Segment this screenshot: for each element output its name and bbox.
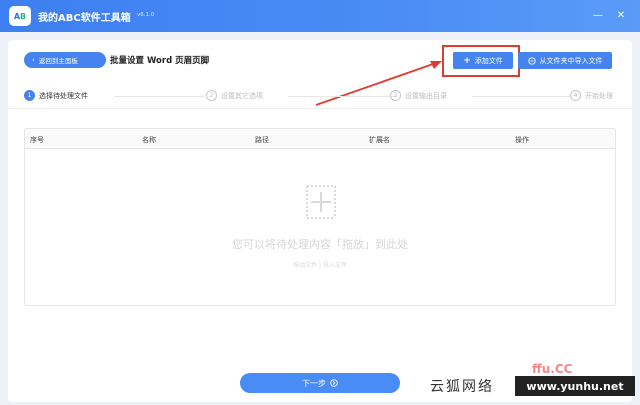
table-header: 序号 名称 路径 扩展名 操作 bbox=[25, 129, 615, 149]
step-3: 3 设置输出目录 bbox=[390, 90, 447, 101]
app-title: 我的ABC软件工具箱 bbox=[38, 13, 131, 24]
chevron-left-icon: ‹ bbox=[32, 56, 35, 64]
next-step-button[interactable]: 下一步 bbox=[240, 373, 400, 393]
folder-import-icon bbox=[527, 56, 536, 65]
step-4: 4 开始处理 bbox=[570, 90, 613, 101]
column-header-extension: 扩展名 bbox=[369, 136, 390, 144]
drop-zone-hint: 您可以将待处理内容「拖放」到此处 bbox=[232, 238, 408, 251]
step-1: 1 选择待处理文件 bbox=[24, 90, 88, 101]
arrow-right-circle-icon bbox=[330, 379, 338, 387]
title-bar: AB 我的ABC软件工具箱 v6.1.0 — ✕ bbox=[0, 0, 640, 32]
add-file-button[interactable]: + 添加文件 bbox=[453, 52, 513, 69]
step-connector bbox=[288, 96, 396, 97]
divider bbox=[8, 108, 632, 109]
plus-icon: + bbox=[463, 55, 471, 66]
main-panel: ‹ 返回到主面板 批量设置 Word 页眉页脚 + 添加文件 从文件夹中导入文件… bbox=[8, 40, 632, 402]
next-step-label: 下一步 bbox=[302, 378, 326, 388]
drop-zone-icon bbox=[306, 185, 336, 219]
column-header-index: 序号 bbox=[30, 136, 44, 144]
watermark-red-text: ffu.CC bbox=[532, 362, 573, 376]
minimize-button[interactable]: — bbox=[591, 9, 605, 23]
column-header-name: 名称 bbox=[142, 136, 156, 144]
watermark-url: www.yunhu.net bbox=[515, 376, 635, 396]
step-indicator: 1 选择待处理文件 2 设置其它选项 3 设置输出目录 4 开始处理 bbox=[24, 90, 624, 104]
step-2: 2 设置其它选项 bbox=[206, 90, 263, 101]
back-button-label: 返回到主面板 bbox=[38, 57, 78, 65]
drop-zone-subhint: 拖动文件 | 导入文件 bbox=[293, 262, 347, 269]
column-header-path: 路径 bbox=[255, 136, 269, 144]
page-title: 批量设置 Word 页眉页脚 bbox=[110, 56, 210, 66]
file-table[interactable]: 序号 名称 路径 扩展名 操作 您可以将待处理内容「拖放」到此处 拖动文件 | … bbox=[24, 128, 616, 306]
step-connector bbox=[472, 96, 572, 97]
column-header-action: 操作 bbox=[515, 136, 529, 144]
step-connector bbox=[114, 96, 204, 97]
import-folder-button[interactable]: 从文件夹中导入文件 bbox=[518, 52, 612, 69]
close-button[interactable]: ✕ bbox=[614, 9, 628, 23]
import-folder-label: 从文件夹中导入文件 bbox=[539, 56, 603, 65]
add-file-label: 添加文件 bbox=[474, 56, 503, 65]
watermark-text: 云狐网络 bbox=[430, 379, 494, 395]
app-version: v6.1.0 bbox=[137, 12, 155, 18]
back-to-main-button[interactable]: ‹ 返回到主面板 bbox=[24, 52, 106, 68]
app-logo: AB bbox=[9, 6, 31, 26]
